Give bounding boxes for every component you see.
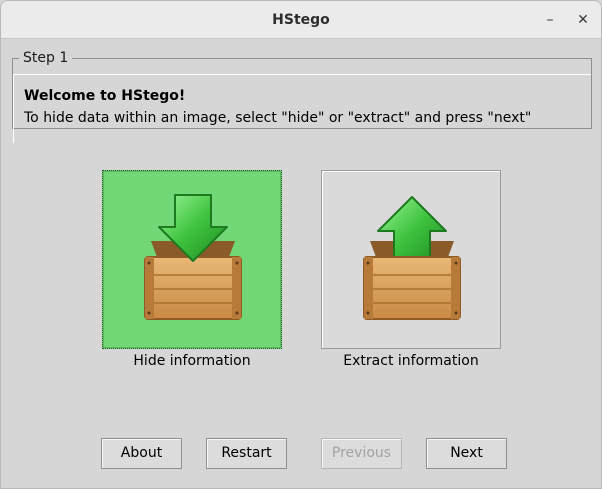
step-panel: Step 1 Welcome to HStego! To hide data w…	[12, 50, 592, 143]
minimize-icon[interactable]: –	[538, 8, 562, 32]
extract-information-label: Extract information	[343, 353, 479, 369]
welcome-heading: Welcome to HStego!	[24, 88, 186, 104]
hide-information-button[interactable]	[102, 170, 282, 349]
about-button[interactable]: About	[101, 438, 182, 469]
hide-information-label: Hide information	[133, 353, 251, 369]
close-icon[interactable]: ✕	[571, 8, 595, 32]
step-legend: Step 1	[23, 50, 69, 66]
extract-information-button[interactable]	[321, 170, 501, 349]
app-window: HStego – ✕ Step 1 Welcome to HStego! To …	[0, 0, 602, 489]
step-content: Welcome to HStego! To hide data within a…	[13, 74, 591, 143]
title-bar[interactable]: HStego – ✕	[1, 1, 601, 39]
box-download-icon	[144, 194, 242, 320]
box-upload-icon	[363, 196, 461, 320]
next-button[interactable]: Next	[426, 438, 507, 469]
restart-button[interactable]: Restart	[206, 438, 287, 469]
window-title: HStego	[272, 12, 330, 28]
step-description: To hide data within an image, select "hi…	[24, 110, 532, 126]
previous-button[interactable]: Previous	[321, 438, 402, 469]
